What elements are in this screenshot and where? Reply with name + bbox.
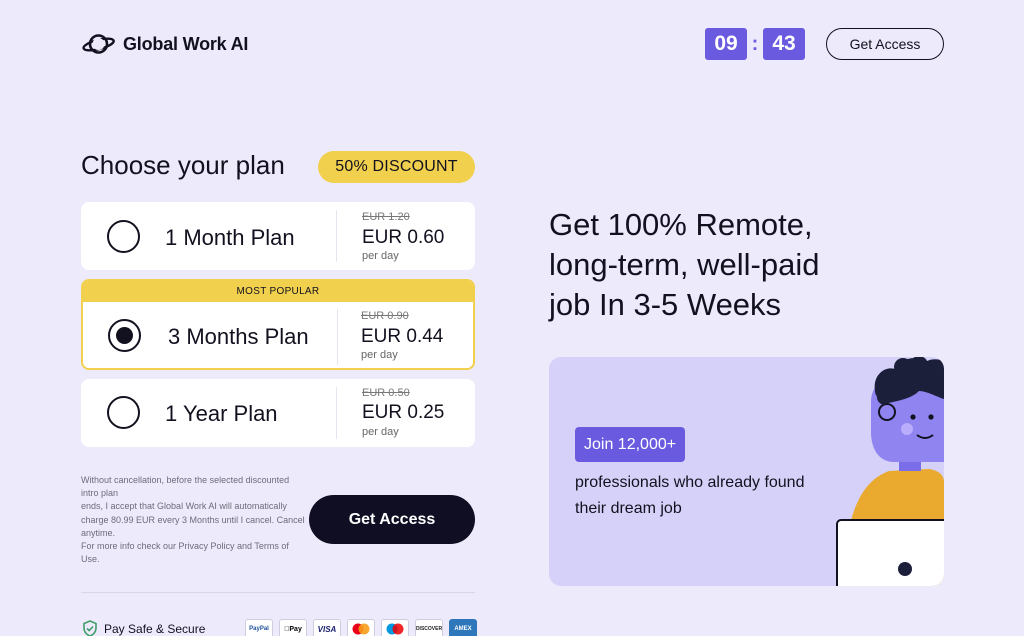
plan-per-day: per day [362, 250, 399, 262]
timer-seconds: 43 [763, 28, 805, 60]
shield-check-icon [83, 620, 97, 636]
hero-headline: Get 100% Remote, long-term, well-paid jo… [549, 205, 879, 325]
apple-pay-icon: Pay [279, 619, 307, 636]
countdown-timer: 09 : 43 [705, 28, 805, 60]
disclaimer-line: Without cancellation, before the selecte… [81, 475, 290, 499]
secure-label: Pay Safe & Secure [104, 621, 206, 636]
person-with-laptop-illustration [836, 357, 944, 586]
discount-badge: 50% DISCOUNT [318, 151, 475, 183]
hero-line: long-term, well-paid [549, 247, 820, 282]
social-proof-text: professionals who already found their dr… [575, 474, 805, 517]
get-access-button[interactable]: Get Access [309, 495, 475, 544]
join-count-badge: Join 12,000+ [575, 427, 686, 462]
planet-icon [82, 34, 115, 54]
plan-old-price: EUR 0.90 [361, 310, 409, 322]
amex-icon: AMEX [449, 619, 477, 636]
billing-disclaimer: Without cancellation, before the selecte… [81, 474, 309, 566]
timer-minutes: 09 [705, 28, 747, 60]
brand-logo[interactable]: Global Work AI [82, 30, 248, 58]
timer-separator: : [751, 32, 759, 55]
plan-price: EUR 0.44 [361, 326, 444, 347]
plan-price: EUR 0.25 [362, 402, 445, 423]
payment-methods: PayPal Pay VISA DISCOVER AMEX [245, 619, 477, 636]
plan-card-3-months[interactable]: MOST POPULAR 3 Months Plan EUR 0.90 EUR … [81, 279, 475, 370]
plan-radio[interactable] [107, 396, 140, 429]
plan-card-1-month[interactable]: 1 Month Plan EUR 1.20 EUR 0.60 per day [81, 202, 475, 270]
plan-name: 1 Month Plan [165, 225, 295, 250]
plan-old-price: EUR 1.20 [362, 211, 410, 223]
plan-price: EUR 0.60 [362, 227, 445, 248]
hero-line: Get 100% Remote, [549, 207, 813, 242]
pay-safe-secure: Pay Safe & Secure [82, 620, 205, 636]
plan-divider [336, 210, 337, 262]
social-proof-card: Join 12,000+ professionals who already f… [549, 357, 944, 586]
discover-icon: DISCOVER [415, 619, 443, 636]
hero-line: job In 3-5 Weeks [549, 287, 782, 322]
plan-radio[interactable] [107, 220, 140, 253]
visa-icon: VISA [313, 619, 341, 636]
most-popular-badge: MOST POPULAR [83, 281, 473, 302]
disclaimer-line: ends, I accept that Global Work AI will … [81, 501, 305, 538]
maestro-icon [381, 619, 409, 636]
plan-divider [336, 387, 337, 439]
plan-name: 3 Months Plan [168, 324, 309, 349]
footer-divider [81, 592, 475, 593]
plan-card-1-year[interactable]: 1 Year Plan EUR 0.50 EUR 0.25 per day [81, 379, 475, 447]
plan-per-day: per day [362, 426, 399, 438]
paypal-icon: PayPal [245, 619, 273, 636]
plan-divider [337, 309, 338, 365]
disclaimer-line: For more info check our Privacy Policy a… [81, 541, 289, 565]
header-get-access-button[interactable]: Get Access [826, 28, 944, 60]
plan-section-title: Choose your plan [81, 150, 285, 180]
plan-radio-selected[interactable] [108, 319, 141, 352]
plan-per-day: per day [361, 349, 398, 361]
plan-old-price: EUR 0.50 [362, 387, 410, 399]
plan-name: 1 Year Plan [165, 401, 278, 426]
brand-name: Global Work AI [123, 33, 249, 54]
mastercard-icon [347, 619, 375, 636]
